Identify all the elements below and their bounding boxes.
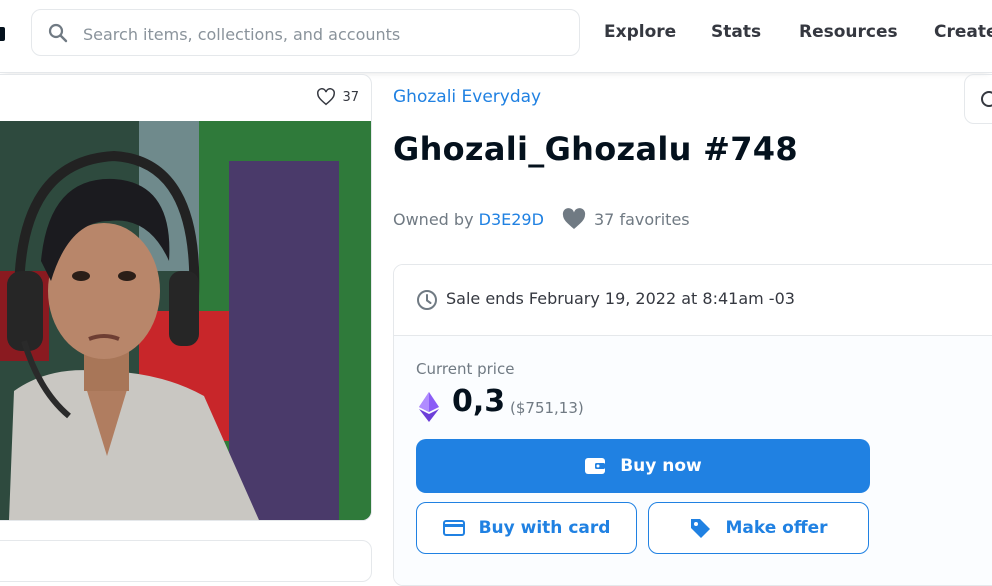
nav-stats[interactable]: Stats <box>711 22 761 42</box>
heart-outline-icon <box>317 88 336 106</box>
price-usd: ($751,13) <box>510 399 584 417</box>
nft-image[interactable] <box>0 121 371 520</box>
search-input[interactable] <box>81 21 565 47</box>
favorites-summary: 37 favorites <box>562 208 690 230</box>
make-offer-label: Make offer <box>725 518 828 538</box>
sale-panel: Sale ends February 19, 2022 at 8:41am -0… <box>393 264 992 586</box>
sale-header: Sale ends February 19, 2022 at 8:41am -0… <box>394 265 992 336</box>
nav-resources[interactable]: Resources <box>799 22 898 42</box>
search-bar[interactable] <box>31 9 580 56</box>
current-price-label: Current price <box>416 360 515 378</box>
tag-icon <box>691 519 711 538</box>
buy-now-label: Buy now <box>620 456 702 476</box>
top-navbar: Explore Stats Resources Create <box>0 0 992 73</box>
nav-explore[interactable]: Explore <box>604 22 676 42</box>
refresh-icon <box>981 91 992 107</box>
collection-link[interactable]: Ghozali Everyday <box>393 87 541 107</box>
favorite-button[interactable]: 37 <box>316 88 359 106</box>
eth-icon <box>419 392 439 422</box>
price-section: Current price 0,3 ($751,13) Buy now Buy … <box>394 336 992 585</box>
buy-with-card-button[interactable]: Buy with card <box>416 502 637 554</box>
sale-ends-text: Sale ends February 19, 2022 at 8:41am -0… <box>446 289 795 308</box>
nft-photo <box>0 121 371 520</box>
owner-link[interactable]: D3E29D <box>479 210 544 229</box>
logo[interactable] <box>0 27 5 41</box>
favorites-label: 37 favorites <box>594 209 690 229</box>
refresh-button[interactable] <box>964 74 992 124</box>
wallet-icon <box>585 458 606 474</box>
item-image-card: 37 <box>0 74 372 521</box>
favorite-count: 37 <box>342 89 359 105</box>
search-icon <box>48 23 68 43</box>
heart-icon <box>562 208 586 229</box>
item-title: Ghozali_Ghozalu #748 <box>393 130 798 168</box>
nav-create[interactable]: Create <box>934 22 992 42</box>
price-value: 0,3 <box>452 384 506 419</box>
clock-icon <box>417 290 437 310</box>
buy-now-button[interactable]: Buy now <box>416 439 870 493</box>
details-card <box>0 540 372 582</box>
owned-by-label: Owned by <box>393 210 474 229</box>
credit-card-icon <box>442 520 465 536</box>
owned-by: Owned by D3E29D <box>393 210 544 229</box>
buy-with-card-label: Buy with card <box>478 518 611 538</box>
make-offer-button[interactable]: Make offer <box>648 502 869 554</box>
